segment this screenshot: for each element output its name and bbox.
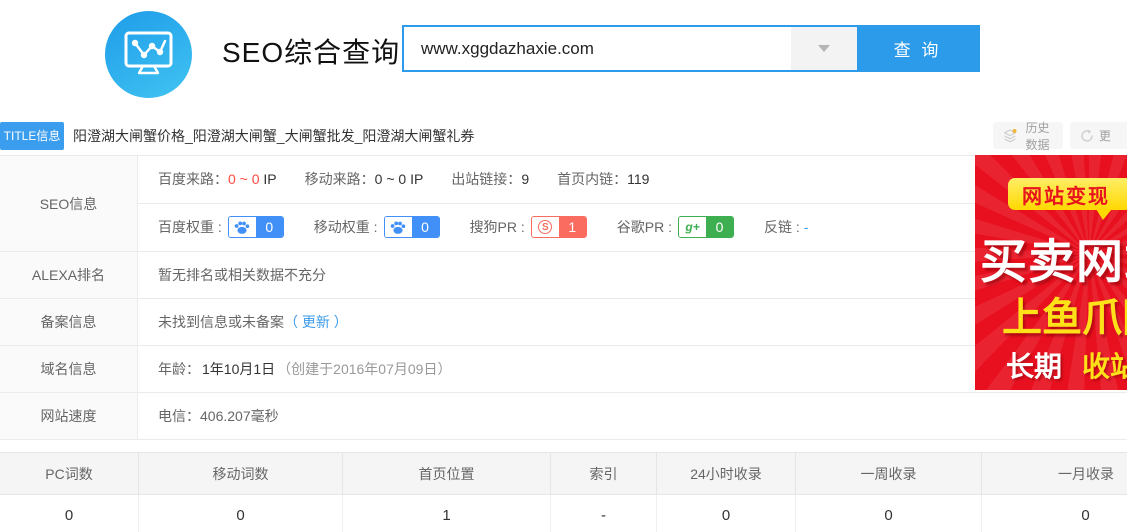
- ad-tags: 长期收站: [1006, 345, 1127, 385]
- seo-query-page: SEO综合查询 查 询 TITLE信息 阳澄湖大闸蟹价格_阳澄湖大闸蟹_大闸蟹批…: [0, 0, 1127, 532]
- sogou-pr-badge[interactable]: S 1: [531, 216, 587, 238]
- col-header-24h: 24小时收录: [657, 453, 796, 494]
- stats-value-row: 0 0 1 - 0 0 0: [0, 495, 1127, 532]
- baidu-weight: 百度权重 : 0: [158, 216, 284, 238]
- table-row-domain: 域名信息 年龄： 1年10月1日 （创建于2016年07月09日）: [0, 346, 1127, 393]
- site-title-text: 阳澄湖大闸蟹价格_阳澄湖大闸蟹_大闸蟹批发_阳澄湖大闸蟹礼券: [73, 126, 474, 146]
- search-history-dropdown[interactable]: [791, 27, 857, 70]
- table-row-icp: 备案信息 未找到信息或未备案 （ 更新 ）: [0, 299, 1127, 346]
- col-header-month: 一月收录: [982, 453, 1127, 494]
- page-title: SEO综合查询: [222, 31, 400, 71]
- ad-bubble: 网站变现: [1008, 178, 1127, 210]
- ad-tag-longterm: 长期: [1006, 351, 1062, 382]
- google-pr-badge[interactable]: g+ 0: [678, 216, 734, 238]
- col-header-index: 索引: [551, 453, 657, 494]
- alexa-status-text: 暂无排名或相关数据不充分: [158, 265, 326, 285]
- query-button[interactable]: 查 询: [857, 27, 978, 70]
- value-home-position: 1: [343, 495, 551, 532]
- value-mobile-words: 0: [139, 495, 343, 532]
- app-logo: [105, 11, 192, 98]
- speed-value-text: 电信：406.207毫秒: [158, 406, 279, 426]
- value-month: 0: [982, 495, 1127, 532]
- stats-header-row: PC词数 移动词数 首页位置 索引 24小时收录 一周收录 一月收录: [0, 452, 1127, 495]
- refresh-data-button[interactable]: 更: [1070, 122, 1127, 149]
- value-24h: 0: [657, 495, 796, 532]
- title-info-badge: TITLE信息: [0, 122, 64, 150]
- icp-status-text: 未找到信息或未备案: [158, 312, 284, 332]
- ad-subline: 上鱼爪网: [1002, 285, 1127, 343]
- baidu-paw-icon: [385, 217, 412, 237]
- search-bar: 查 询: [402, 25, 980, 72]
- ad-banner[interactable]: 网站变现 买卖网站 上鱼爪网 长期收站: [975, 155, 1127, 390]
- col-header-week: 一周收录: [796, 453, 982, 494]
- domain-age-value: 1年10月1日: [202, 359, 275, 379]
- stats-table: PC词数 移动词数 首页位置 索引 24小时收录 一周收录 一月收录 0 0 1…: [0, 452, 1127, 532]
- refresh-label: 更: [1099, 127, 1111, 144]
- url-search-input[interactable]: [404, 27, 791, 70]
- sogou-icon: S: [532, 217, 559, 237]
- ad-headline: 买卖网站: [980, 223, 1127, 292]
- outbound-links: 出站链接：9: [451, 169, 529, 189]
- history-data-button[interactable]: 历史数据: [993, 122, 1063, 149]
- sogou-pr: 搜狗PR : S 1: [470, 216, 587, 238]
- baidu-paw-icon: [229, 217, 256, 237]
- baidu-traffic: 百度来路：0 ~ 0 IP: [158, 169, 277, 189]
- table-row-speed: 网站速度 电信：406.207毫秒: [0, 393, 1127, 440]
- homepage-inner-links: 首页内链：119: [557, 169, 649, 189]
- ad-tag-buysite: 收站: [1082, 351, 1127, 382]
- row-label-domain: 域名信息: [0, 346, 138, 392]
- col-header-pc-words: PC词数: [0, 453, 139, 494]
- value-pc-words: 0: [0, 495, 139, 532]
- baidu-weight-badge[interactable]: 0: [228, 216, 284, 238]
- domain-age-label: 年龄：: [158, 359, 200, 379]
- row-label-seo: SEO信息: [0, 156, 138, 251]
- value-index: -: [551, 495, 657, 532]
- backlinks: 反链 : -: [764, 217, 808, 237]
- domain-created-date: （创建于2016年07月09日）: [277, 359, 451, 379]
- title-info-bar: TITLE信息 阳澄湖大闸蟹价格_阳澄湖大闸蟹_大闸蟹批发_阳澄湖大闸蟹礼券 历…: [0, 121, 1127, 150]
- mobile-weight: 移动权重 : 0: [314, 216, 440, 238]
- seo-info-table: SEO信息 百度来路：0 ~ 0 IP 移动来路：0 ~ 0 IP 出站链接：9…: [0, 155, 1127, 440]
- header: SEO综合查询 查 询: [0, 0, 1127, 110]
- refresh-icon: [1080, 129, 1094, 143]
- row-label-icp: 备案信息: [0, 299, 138, 345]
- google-plus-icon: g+: [679, 217, 706, 237]
- col-header-mobile-words: 移动词数: [139, 453, 343, 494]
- mobile-traffic: 移动来路：0 ~ 0 IP: [305, 169, 424, 189]
- table-row-alexa: ALEXA排名 暂无排名或相关数据不充分: [0, 252, 1127, 299]
- chevron-down-icon: [818, 45, 830, 52]
- table-row-seo-info: SEO信息 百度来路：0 ~ 0 IP 移动来路：0 ~ 0 IP 出站链接：9…: [0, 156, 1127, 252]
- col-header-home-position: 首页位置: [343, 453, 551, 494]
- layers-icon: [1003, 129, 1017, 143]
- row-label-alexa: ALEXA排名: [0, 252, 138, 298]
- icp-update-link[interactable]: （ 更新 ）: [284, 312, 348, 332]
- row-label-speed: 网站速度: [0, 393, 138, 439]
- value-week: 0: [796, 495, 982, 532]
- history-data-label: 历史数据: [1022, 119, 1053, 153]
- google-pr: 谷歌PR : g+ 0: [617, 216, 734, 238]
- mobile-weight-badge[interactable]: 0: [384, 216, 440, 238]
